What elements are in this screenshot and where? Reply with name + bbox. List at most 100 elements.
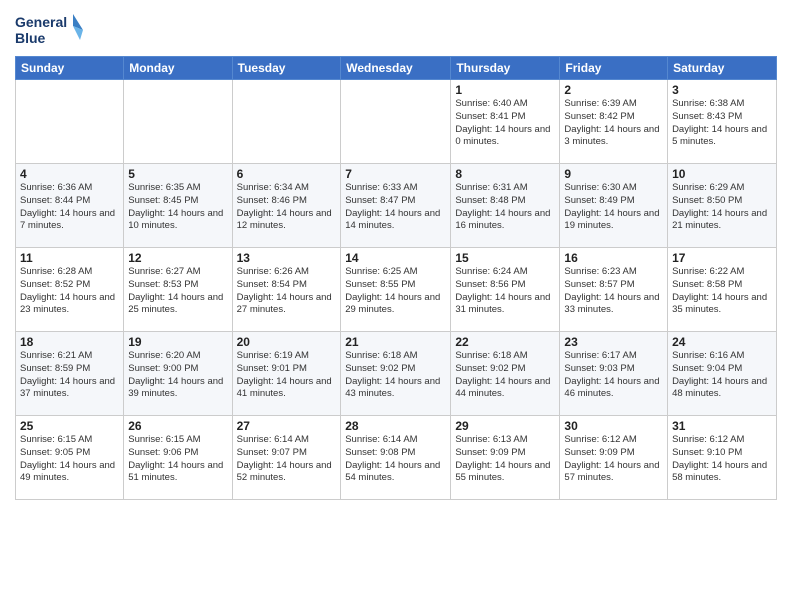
day-info: Sunrise: 6:30 AM Sunset: 8:49 PM Dayligh… xyxy=(564,182,663,233)
calendar-week-row: 11Sunrise: 6:28 AM Sunset: 8:52 PM Dayli… xyxy=(16,248,777,332)
day-number: 18 xyxy=(20,335,119,349)
day-info: Sunrise: 6:20 AM Sunset: 9:00 PM Dayligh… xyxy=(128,350,227,401)
day-info: Sunrise: 6:21 AM Sunset: 8:59 PM Dayligh… xyxy=(20,350,119,401)
day-number: 27 xyxy=(237,419,337,433)
calendar-week-row: 25Sunrise: 6:15 AM Sunset: 9:05 PM Dayli… xyxy=(16,416,777,500)
calendar-cell xyxy=(232,80,341,164)
calendar-cell: 20Sunrise: 6:19 AM Sunset: 9:01 PM Dayli… xyxy=(232,332,341,416)
calendar-week-row: 1Sunrise: 6:40 AM Sunset: 8:41 PM Daylig… xyxy=(16,80,777,164)
calendar-cell: 26Sunrise: 6:15 AM Sunset: 9:06 PM Dayli… xyxy=(124,416,232,500)
calendar-cell: 30Sunrise: 6:12 AM Sunset: 9:09 PM Dayli… xyxy=(560,416,668,500)
calendar-cell: 11Sunrise: 6:28 AM Sunset: 8:52 PM Dayli… xyxy=(16,248,124,332)
day-number: 13 xyxy=(237,251,337,265)
day-number: 21 xyxy=(345,335,446,349)
day-number: 29 xyxy=(455,419,555,433)
calendar-cell: 18Sunrise: 6:21 AM Sunset: 8:59 PM Dayli… xyxy=(16,332,124,416)
day-info: Sunrise: 6:27 AM Sunset: 8:53 PM Dayligh… xyxy=(128,266,227,317)
day-of-week-header: Saturday xyxy=(668,57,777,80)
calendar-cell: 21Sunrise: 6:18 AM Sunset: 9:02 PM Dayli… xyxy=(341,332,451,416)
day-info: Sunrise: 6:16 AM Sunset: 9:04 PM Dayligh… xyxy=(672,350,772,401)
calendar-cell: 8Sunrise: 6:31 AM Sunset: 8:48 PM Daylig… xyxy=(451,164,560,248)
day-of-week-header: Wednesday xyxy=(341,57,451,80)
calendar-cell xyxy=(16,80,124,164)
day-number: 19 xyxy=(128,335,227,349)
page: General Blue SundayMondayTuesdayWednesda… xyxy=(0,0,792,612)
day-info: Sunrise: 6:29 AM Sunset: 8:50 PM Dayligh… xyxy=(672,182,772,233)
calendar-cell: 28Sunrise: 6:14 AM Sunset: 9:08 PM Dayli… xyxy=(341,416,451,500)
day-info: Sunrise: 6:31 AM Sunset: 8:48 PM Dayligh… xyxy=(455,182,555,233)
svg-text:Blue: Blue xyxy=(15,30,46,46)
day-info: Sunrise: 6:17 AM Sunset: 9:03 PM Dayligh… xyxy=(564,350,663,401)
day-info: Sunrise: 6:24 AM Sunset: 8:56 PM Dayligh… xyxy=(455,266,555,317)
day-info: Sunrise: 6:19 AM Sunset: 9:01 PM Dayligh… xyxy=(237,350,337,401)
day-number: 3 xyxy=(672,83,772,97)
logo: General Blue xyxy=(15,10,85,50)
calendar-cell: 12Sunrise: 6:27 AM Sunset: 8:53 PM Dayli… xyxy=(124,248,232,332)
calendar-cell: 13Sunrise: 6:26 AM Sunset: 8:54 PM Dayli… xyxy=(232,248,341,332)
calendar-cell: 9Sunrise: 6:30 AM Sunset: 8:49 PM Daylig… xyxy=(560,164,668,248)
day-number: 17 xyxy=(672,251,772,265)
svg-text:General: General xyxy=(15,14,67,30)
day-info: Sunrise: 6:22 AM Sunset: 8:58 PM Dayligh… xyxy=(672,266,772,317)
calendar-cell: 25Sunrise: 6:15 AM Sunset: 9:05 PM Dayli… xyxy=(16,416,124,500)
day-number: 20 xyxy=(237,335,337,349)
logo-svg: General Blue xyxy=(15,10,85,50)
calendar-cell: 22Sunrise: 6:18 AM Sunset: 9:02 PM Dayli… xyxy=(451,332,560,416)
calendar-cell: 31Sunrise: 6:12 AM Sunset: 9:10 PM Dayli… xyxy=(668,416,777,500)
day-number: 9 xyxy=(564,167,663,181)
day-info: Sunrise: 6:13 AM Sunset: 9:09 PM Dayligh… xyxy=(455,434,555,485)
day-number: 4 xyxy=(20,167,119,181)
day-info: Sunrise: 6:15 AM Sunset: 9:05 PM Dayligh… xyxy=(20,434,119,485)
calendar-cell: 7Sunrise: 6:33 AM Sunset: 8:47 PM Daylig… xyxy=(341,164,451,248)
day-of-week-header: Friday xyxy=(560,57,668,80)
calendar-cell: 23Sunrise: 6:17 AM Sunset: 9:03 PM Dayli… xyxy=(560,332,668,416)
calendar-cell: 24Sunrise: 6:16 AM Sunset: 9:04 PM Dayli… xyxy=(668,332,777,416)
calendar-cell: 1Sunrise: 6:40 AM Sunset: 8:41 PM Daylig… xyxy=(451,80,560,164)
calendar-cell: 27Sunrise: 6:14 AM Sunset: 9:07 PM Dayli… xyxy=(232,416,341,500)
day-info: Sunrise: 6:14 AM Sunset: 9:07 PM Dayligh… xyxy=(237,434,337,485)
day-number: 5 xyxy=(128,167,227,181)
calendar-cell: 17Sunrise: 6:22 AM Sunset: 8:58 PM Dayli… xyxy=(668,248,777,332)
day-info: Sunrise: 6:34 AM Sunset: 8:46 PM Dayligh… xyxy=(237,182,337,233)
calendar-cell: 10Sunrise: 6:29 AM Sunset: 8:50 PM Dayli… xyxy=(668,164,777,248)
day-info: Sunrise: 6:39 AM Sunset: 8:42 PM Dayligh… xyxy=(564,98,663,149)
calendar-cell: 6Sunrise: 6:34 AM Sunset: 8:46 PM Daylig… xyxy=(232,164,341,248)
day-number: 8 xyxy=(455,167,555,181)
day-of-week-header: Thursday xyxy=(451,57,560,80)
day-info: Sunrise: 6:35 AM Sunset: 8:45 PM Dayligh… xyxy=(128,182,227,233)
day-info: Sunrise: 6:25 AM Sunset: 8:55 PM Dayligh… xyxy=(345,266,446,317)
day-info: Sunrise: 6:33 AM Sunset: 8:47 PM Dayligh… xyxy=(345,182,446,233)
day-info: Sunrise: 6:26 AM Sunset: 8:54 PM Dayligh… xyxy=(237,266,337,317)
day-number: 28 xyxy=(345,419,446,433)
day-number: 22 xyxy=(455,335,555,349)
day-info: Sunrise: 6:18 AM Sunset: 9:02 PM Dayligh… xyxy=(345,350,446,401)
day-number: 14 xyxy=(345,251,446,265)
day-info: Sunrise: 6:18 AM Sunset: 9:02 PM Dayligh… xyxy=(455,350,555,401)
day-info: Sunrise: 6:28 AM Sunset: 8:52 PM Dayligh… xyxy=(20,266,119,317)
day-number: 1 xyxy=(455,83,555,97)
day-number: 23 xyxy=(564,335,663,349)
calendar-cell: 29Sunrise: 6:13 AM Sunset: 9:09 PM Dayli… xyxy=(451,416,560,500)
day-number: 12 xyxy=(128,251,227,265)
calendar-cell: 14Sunrise: 6:25 AM Sunset: 8:55 PM Dayli… xyxy=(341,248,451,332)
day-number: 15 xyxy=(455,251,555,265)
day-number: 11 xyxy=(20,251,119,265)
calendar-header-row: SundayMondayTuesdayWednesdayThursdayFrid… xyxy=(16,57,777,80)
day-info: Sunrise: 6:36 AM Sunset: 8:44 PM Dayligh… xyxy=(20,182,119,233)
day-info: Sunrise: 6:23 AM Sunset: 8:57 PM Dayligh… xyxy=(564,266,663,317)
calendar-table: SundayMondayTuesdayWednesdayThursdayFrid… xyxy=(15,56,777,500)
calendar-cell: 2Sunrise: 6:39 AM Sunset: 8:42 PM Daylig… xyxy=(560,80,668,164)
calendar-cell: 19Sunrise: 6:20 AM Sunset: 9:00 PM Dayli… xyxy=(124,332,232,416)
day-info: Sunrise: 6:12 AM Sunset: 9:10 PM Dayligh… xyxy=(672,434,772,485)
day-of-week-header: Monday xyxy=(124,57,232,80)
day-number: 26 xyxy=(128,419,227,433)
calendar-cell: 5Sunrise: 6:35 AM Sunset: 8:45 PM Daylig… xyxy=(124,164,232,248)
day-of-week-header: Sunday xyxy=(16,57,124,80)
calendar-cell: 16Sunrise: 6:23 AM Sunset: 8:57 PM Dayli… xyxy=(560,248,668,332)
day-number: 16 xyxy=(564,251,663,265)
day-number: 2 xyxy=(564,83,663,97)
day-info: Sunrise: 6:38 AM Sunset: 8:43 PM Dayligh… xyxy=(672,98,772,149)
day-number: 6 xyxy=(237,167,337,181)
calendar-cell: 3Sunrise: 6:38 AM Sunset: 8:43 PM Daylig… xyxy=(668,80,777,164)
day-number: 10 xyxy=(672,167,772,181)
